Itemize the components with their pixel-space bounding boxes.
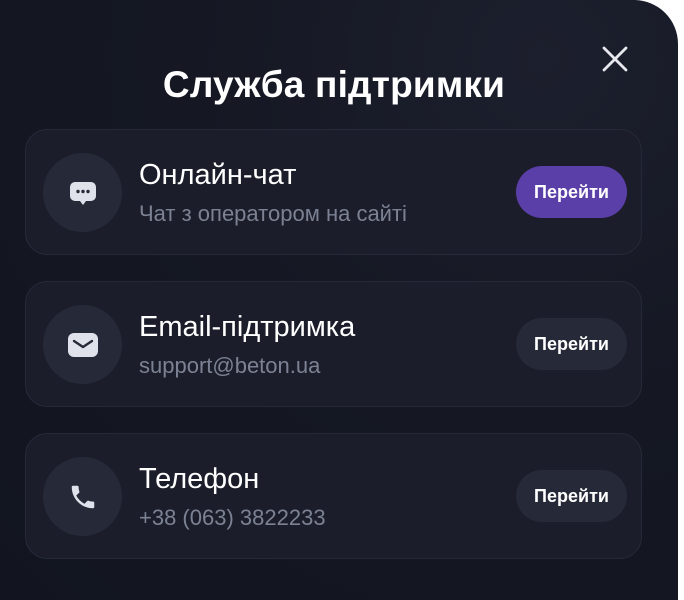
- go-chat-button[interactable]: Перейти: [516, 166, 627, 218]
- support-option-phone: Телефон +38 (063) 3822233 Перейти: [25, 433, 642, 559]
- option-subtitle: support@beton.ua: [139, 353, 321, 378]
- option-title: Телефон: [139, 463, 260, 495]
- phone-icon-circle: [43, 457, 122, 536]
- phone-icon: [71, 485, 94, 508]
- chat-icon-circle: [43, 153, 122, 232]
- option-subtitle: +38 (063) 3822233: [139, 505, 326, 530]
- support-option-email: Email-підтримка support@beton.ua Перейти: [25, 281, 642, 407]
- envelope-icon: [67, 332, 98, 357]
- option-title: Email-підтримка: [139, 311, 356, 343]
- chat-bubble-icon: [69, 181, 96, 205]
- go-email-button[interactable]: Перейти: [516, 318, 627, 370]
- option-subtitle: Чат з оператором на сайті: [139, 201, 407, 226]
- email-icon-circle: [43, 305, 122, 384]
- support-dialog: Служба підтримки Онлайн-чат Чат з операт…: [0, 0, 678, 600]
- option-title: Онлайн-чат: [139, 159, 297, 191]
- dialog-title: Служба підтримки: [162, 64, 506, 105]
- support-option-chat: Онлайн-чат Чат з оператором на сайті Пер…: [25, 129, 642, 255]
- go-phone-button[interactable]: Перейти: [516, 470, 627, 522]
